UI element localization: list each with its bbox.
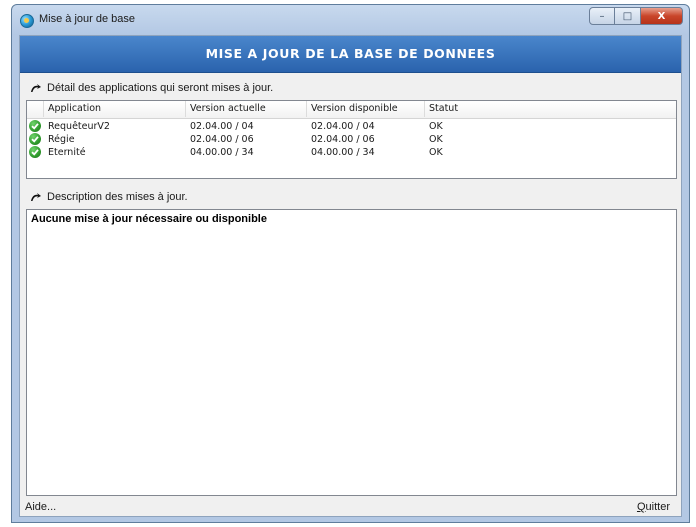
curved-arrow-icon: [31, 193, 41, 201]
maximize-icon: □: [622, 10, 633, 22]
cell-version-actuelle: 04.00.00 / 34: [190, 147, 254, 158]
check-icon: [29, 120, 41, 132]
check-icon: [29, 146, 41, 158]
description-text: Aucune mise à jour nécessaire ou disponi…: [31, 213, 267, 225]
table-row[interactable]: Eternité 04.00.00 / 34 04.00.00 / 34 OK: [27, 146, 676, 159]
table-row[interactable]: Régie 02.04.00 / 06 02.04.00 / 06 OK: [27, 133, 676, 146]
column-header-application[interactable]: Application: [44, 101, 186, 117]
curved-arrow-icon: [31, 84, 41, 92]
column-header-statut[interactable]: Statut: [425, 101, 676, 117]
cell-application: Régie: [48, 134, 75, 145]
details-section-label: Détail des applications qui seront mises…: [30, 82, 273, 94]
window-title: Mise à jour de base: [39, 13, 135, 25]
column-header-version-actuelle[interactable]: Version actuelle: [186, 101, 307, 117]
table-row[interactable]: RequêteurV2 02.04.00 / 04 02.04.00 / 04 …: [27, 120, 676, 133]
close-button[interactable]: X: [641, 7, 683, 25]
cell-version-disponible: 02.04.00 / 06: [311, 134, 375, 145]
minimize-icon: –: [599, 10, 605, 22]
description-section-label: Description des mises à jour.: [30, 191, 188, 203]
description-textarea[interactable]: Aucune mise à jour nécessaire ou disponi…: [26, 209, 677, 496]
title-bar[interactable]: Mise à jour de base – □ X: [12, 5, 689, 36]
details-label-text: Détail des applications qui seront mises…: [47, 82, 274, 94]
column-header-version-disponible[interactable]: Version disponible: [307, 101, 425, 117]
cell-version-actuelle: 02.04.00 / 06: [190, 134, 254, 145]
quit-accelerator: Q: [636, 501, 646, 513]
minimize-button[interactable]: –: [589, 7, 615, 25]
header-banner: MISE A JOUR DE LA BASE DE DONNEES: [20, 36, 681, 73]
description-label-text: Description des mises à jour.: [47, 191, 188, 203]
cell-statut: OK: [429, 134, 443, 145]
app-globe-icon: [20, 14, 34, 28]
cell-application: Eternité: [48, 147, 86, 158]
help-button[interactable]: Aide...: [25, 501, 56, 513]
app-window: Mise à jour de base – □ X MISE A JOUR DE…: [11, 4, 690, 523]
cell-version-disponible: 04.00.00 / 34: [311, 147, 375, 158]
check-icon: [29, 133, 41, 145]
client-area: MISE A JOUR DE LA BASE DE DONNEES Détail…: [19, 35, 682, 517]
cell-statut: OK: [429, 121, 443, 132]
close-icon: X: [657, 10, 666, 22]
quit-button[interactable]: Quitter: [637, 501, 670, 513]
window-controls: – □ X: [589, 7, 683, 27]
footer-bar: Aide... Quitter: [20, 498, 681, 516]
page-title: MISE A JOUR DE LA BASE DE DONNEES: [205, 46, 496, 61]
cell-application: RequêteurV2: [48, 121, 110, 132]
table-header: Application Version actuelle Version dis…: [27, 101, 676, 119]
cell-statut: OK: [429, 147, 443, 158]
quit-label-rest: uitter: [645, 501, 670, 513]
applications-table[interactable]: Application Version actuelle Version dis…: [26, 100, 677, 179]
maximize-button[interactable]: □: [615, 7, 641, 25]
cell-version-disponible: 02.04.00 / 04: [311, 121, 375, 132]
cell-version-actuelle: 02.04.00 / 04: [190, 121, 254, 132]
header-icon-column: [27, 101, 44, 117]
